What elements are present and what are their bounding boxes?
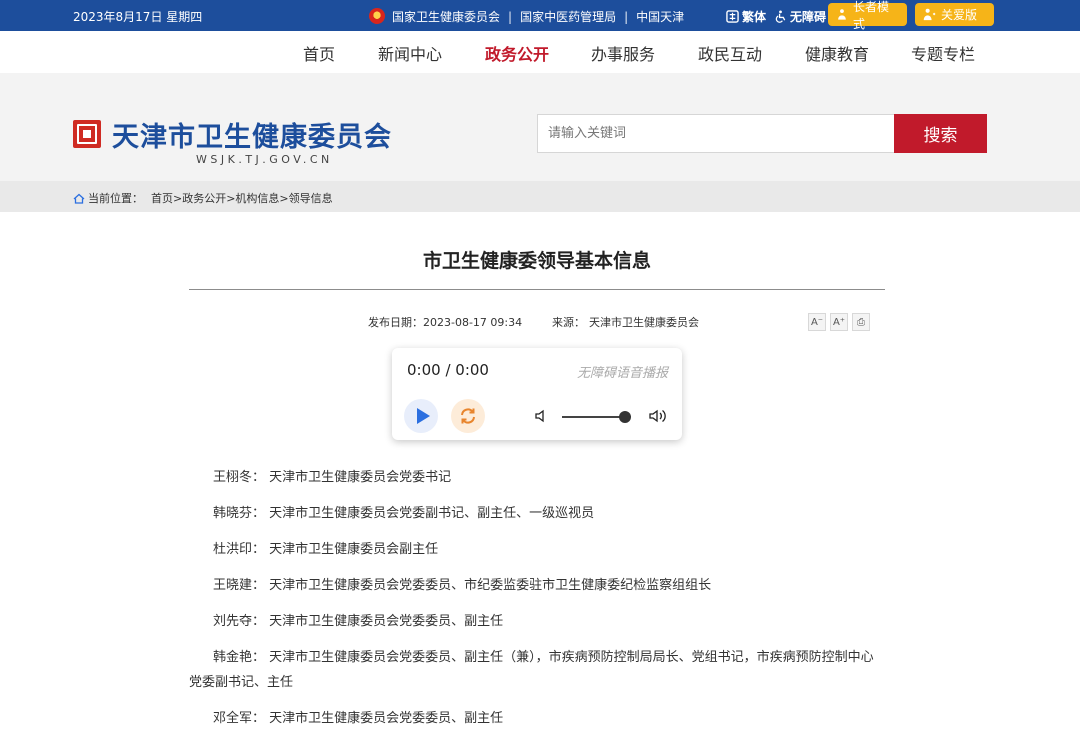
article-title: 市卫生健康委领导基本信息 — [422, 250, 651, 272]
site-title[interactable]: 天津市卫生健康委员会 — [112, 115, 392, 154]
top-tools: 繁体 无障碍 — [726, 8, 834, 25]
search-button[interactable]: 搜索 — [894, 114, 987, 153]
traditional-chinese-toggle[interactable]: 繁体 — [726, 8, 766, 25]
loop-icon — [461, 408, 475, 424]
person-name: 刘先夺： — [213, 614, 266, 629]
elder-icon — [838, 9, 846, 20]
volume-slider[interactable] — [562, 416, 624, 418]
person-title: 天津市卫生健康委员会党委委员、副主任（兼），市疾病预防控制局局长、党组书记，市疾… — [189, 650, 874, 690]
person-title: 天津市卫生健康委员会党委委员、市纪委监委驻市卫生健康委纪检监察组组长 — [269, 578, 712, 593]
traditional-icon — [726, 10, 739, 23]
volume-slider-handle[interactable] — [619, 411, 631, 423]
top-link-nhc[interactable]: 国家卫生健康委员会 — [392, 8, 500, 25]
person-title: 天津市卫生健康委员会副主任 — [269, 542, 439, 557]
separator: | — [624, 9, 629, 24]
person-title: 天津市卫生健康委员会党委委员、副主任 — [269, 614, 504, 629]
wheelchair-icon — [775, 10, 786, 23]
accessibility-toggle[interactable]: 无障碍 — [774, 8, 826, 25]
font-size-controls: A⁻ A⁺ ⎙ — [808, 313, 870, 331]
care-mode-label: 关爱版 — [941, 8, 978, 22]
breadcrumb: 当前位置： 首页>政务公开>机构信息>领导信息 — [0, 181, 1080, 212]
care-mode-button[interactable]: 关爱版 — [915, 3, 994, 26]
nav-item-news[interactable]: 新闻中心 — [378, 41, 442, 65]
top-bar: 2023年8月17日 星期四 国家卫生健康委员会 | 国家中医药管理局 | 中国… — [0, 0, 1080, 31]
nav-item-special-topics[interactable]: 专题专栏 — [911, 41, 975, 65]
nav-item-interaction[interactable]: 政民互动 — [698, 41, 762, 65]
mute-icon[interactable] — [535, 409, 549, 423]
elder-mode-button[interactable]: 长者模式 — [828, 0, 907, 31]
audio-player: 0:00 / 0:00 无障碍语音播报 — [392, 348, 682, 440]
breadcrumb-prefix: 当前位置： — [88, 192, 143, 205]
nav-item-health-education[interactable]: 健康教育 — [805, 41, 869, 65]
loop-button[interactable] — [451, 399, 485, 433]
top-links: 国家卫生健康委员会 | 国家中医药管理局 | 中国天津 — [369, 8, 684, 25]
search-input[interactable] — [537, 114, 895, 153]
person-name: 王晓建： — [213, 578, 266, 593]
person-name: 韩晓芬： — [213, 506, 266, 521]
site-header: 天津市卫生健康委员会 WSJK.TJ.GOV.CN 搜索 — [0, 73, 1080, 181]
person-name: 韩金艳： — [213, 650, 266, 665]
list-item: 刘先夺： 天津市卫生健康委员会党委委员、副主任 — [189, 610, 885, 635]
breadcrumb-path[interactable]: 首页>政务公开>机构信息>领导信息 — [151, 190, 333, 206]
play-button[interactable] — [404, 399, 438, 433]
person-title: 天津市卫生健康委员会党委副书记、副主任、一级巡视员 — [269, 506, 595, 521]
site-domain: WSJK.TJ.GOV.CN — [196, 153, 333, 166]
current-date: 2023年8月17日 星期四 — [73, 10, 203, 24]
source-value: 天津市卫生健康委员会 — [589, 316, 699, 329]
publish-date-label: 发布日期： — [368, 316, 423, 329]
traditional-label: 繁体 — [742, 10, 767, 24]
font-increase-button[interactable]: A⁺ — [830, 313, 848, 331]
print-button[interactable]: ⎙ — [852, 313, 870, 331]
national-emblem-icon — [369, 8, 385, 24]
person-title: 天津市卫生健康委员会党委书记 — [269, 470, 452, 485]
playback-time: 0:00 / 0:00 — [407, 361, 489, 379]
volume-icon[interactable] — [649, 408, 669, 424]
voice-broadcast-hint: 无障碍语音播报 — [576, 366, 668, 381]
person-title: 天津市卫生健康委员会党委委员、副主任 — [269, 710, 504, 726]
elder-mode-label: 长者模式 — [852, 0, 889, 31]
title-divider — [189, 289, 885, 290]
publish-date-value: 2023-08-17 09:34 — [423, 316, 523, 329]
list-item: 韩晓芬： 天津市卫生健康委员会党委副书记、副主任、一级巡视员 — [189, 502, 885, 527]
person-name: 邓全军： — [213, 710, 266, 726]
person-name: 王栩冬： — [213, 470, 266, 485]
care-icon — [923, 8, 936, 21]
separator: | — [508, 9, 513, 24]
nav-item-home[interactable]: 首页 — [303, 41, 335, 65]
nav-item-services[interactable]: 办事服务 — [591, 41, 655, 65]
person-name: 杜洪印： — [213, 542, 266, 557]
accessibility-label: 无障碍 — [790, 10, 827, 24]
list-item: 王栩冬： 天津市卫生健康委员会党委书记 — [189, 466, 885, 491]
source-label: 来源： — [552, 316, 585, 329]
list-item: 杜洪印： 天津市卫生健康委员会副主任 — [189, 538, 885, 563]
list-item: 邓全军： 天津市卫生健康委员会党委委员、副主任 — [189, 707, 885, 732]
list-item: 韩金艳： 天津市卫生健康委员会党委委员、副主任（兼），市疾病预防控制局局长、党组… — [189, 646, 885, 695]
logo-seal-icon[interactable] — [73, 120, 101, 148]
publish-date: 发布日期：2023-08-17 09:34 — [368, 314, 522, 330]
top-link-natcm[interactable]: 国家中医药管理局 — [520, 8, 616, 25]
nav-item-government-affairs[interactable]: 政务公开 — [485, 41, 549, 65]
home-icon — [73, 193, 85, 204]
font-decrease-button[interactable]: A⁻ — [808, 313, 826, 331]
leader-list: 王栩冬： 天津市卫生健康委员会党委书记 韩晓芬： 天津市卫生健康委员会党委副书记… — [189, 466, 885, 743]
top-link-tianjin[interactable]: 中国天津 — [636, 8, 684, 25]
article-source: 来源： 天津市卫生健康委员会 — [552, 314, 699, 330]
list-item: 王晓建： 天津市卫生健康委员会党委委员、市纪委监委驻市卫生健康委纪检监察组组长 — [189, 574, 885, 599]
main-nav: 首页 新闻中心 政务公开 办事服务 政民互动 健康教育 专题专栏 — [0, 31, 1080, 73]
